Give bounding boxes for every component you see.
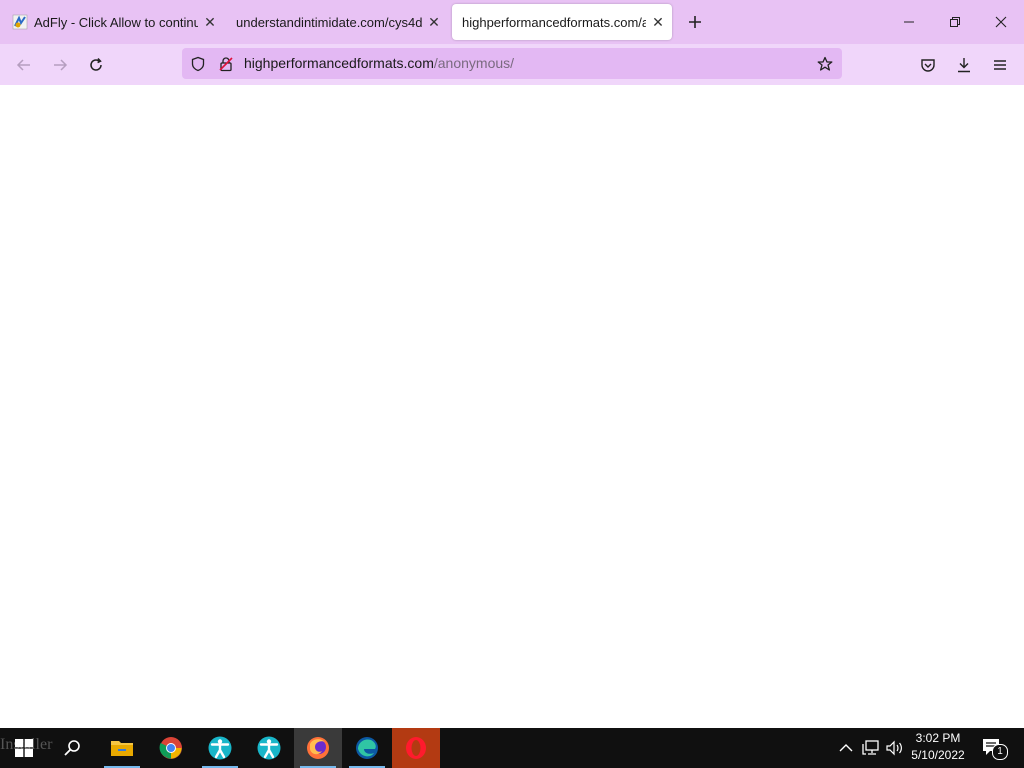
tracking-protection-shield-icon[interactable] [189, 55, 207, 73]
volume-icon [886, 740, 902, 756]
tab-strip: AdFly - Click Allow to continue ✕ unders… [0, 0, 1024, 44]
tab-title: understandintimidate.com/cys4d8n [236, 14, 422, 30]
notification-count-badge: 1 [992, 744, 1008, 760]
taskbar-accessibility-app-2[interactable] [245, 728, 293, 768]
taskbar-accessibility-app-1[interactable] [196, 728, 244, 768]
file-explorer-icon [111, 741, 133, 756]
action-center-button[interactable]: 1 [980, 736, 1008, 760]
back-arrow-icon [16, 59, 30, 71]
hamburger-menu-icon [994, 60, 1006, 70]
taskbar-opera[interactable] [392, 728, 440, 768]
url-bar[interactable]: highperformancedformats.com/anonymous/ [182, 48, 842, 79]
show-hidden-icons-button[interactable] [836, 738, 856, 758]
download-icon [958, 58, 970, 73]
clock-date: 5/10/2022 [911, 748, 965, 762]
pocket-icon [921, 59, 935, 72]
app-menu-button[interactable] [986, 52, 1014, 78]
tab-title: highperformancedformats.com/anonymous/ [462, 14, 646, 30]
close-tab-icon[interactable]: ✕ [426, 14, 442, 30]
edge-icon [356, 737, 378, 759]
close-tab-icon[interactable]: ✕ [202, 14, 218, 30]
taskbar-edge[interactable] [343, 728, 391, 768]
volume-tray-button[interactable] [885, 738, 905, 758]
back-button[interactable] [10, 52, 38, 78]
clock-time: 3:02 PM [915, 731, 961, 745]
chrome-icon [159, 737, 182, 759]
url-text[interactable]: highperformancedformats.com/anonymous/ [244, 55, 514, 71]
close-window-button[interactable] [978, 0, 1024, 44]
minimize-icon [904, 21, 914, 23]
taskbar-firefox[interactable] [294, 728, 342, 768]
accessibility-app-icon [257, 736, 281, 760]
reload-button[interactable] [82, 52, 110, 78]
new-tab-button[interactable] [683, 10, 707, 34]
close-tab-icon[interactable]: ✕ [650, 14, 666, 30]
taskbar-search-button[interactable] [48, 728, 96, 768]
reload-icon [90, 57, 102, 71]
page-content[interactable] [0, 85, 1024, 728]
navigation-toolbar: highperformancedformats.com/anonymous/ [0, 44, 1024, 86]
taskbar-file-explorer[interactable] [98, 728, 146, 768]
windows-taskbar: Installer [0, 728, 1024, 768]
pocket-button[interactable] [914, 52, 942, 78]
taskbar-clock[interactable]: 3:02 PM 5/10/2022 [905, 730, 971, 764]
opera-icon [406, 737, 426, 759]
search-icon [64, 740, 80, 756]
tab-understandintimidate[interactable]: understandintimidate.com/cys4d8n ✕ [226, 4, 448, 40]
minimize-button[interactable] [886, 0, 932, 44]
bookmark-star-icon[interactable] [816, 55, 834, 73]
tab-title: AdFly - Click Allow to continue [34, 14, 198, 30]
insecure-lock-icon[interactable] [217, 55, 235, 73]
chevron-up-icon [839, 744, 853, 752]
taskbar-chrome[interactable] [147, 728, 195, 768]
plus-icon [689, 16, 701, 28]
url-path: /anonymous/ [433, 55, 515, 71]
firefox-icon [307, 737, 329, 759]
downloads-button[interactable] [950, 52, 978, 78]
accessibility-app-icon [208, 736, 232, 760]
restore-icon [950, 17, 960, 27]
tab-adfly[interactable]: AdFly - Click Allow to continue ✕ [2, 4, 224, 40]
url-host: highperformancedformats.com [244, 55, 434, 71]
restore-button[interactable] [932, 0, 978, 44]
network-icon [862, 740, 879, 755]
tab-highperformancedformats[interactable]: highperformancedformats.com/anonymous/ ✕ [452, 4, 672, 40]
close-icon [995, 16, 1007, 28]
forward-button[interactable] [46, 52, 74, 78]
forward-arrow-icon [54, 59, 68, 71]
start-button[interactable] [0, 728, 48, 768]
windows-start-icon [15, 739, 33, 757]
adfly-favicon-icon [12, 14, 28, 30]
network-tray-button[interactable] [861, 738, 881, 758]
